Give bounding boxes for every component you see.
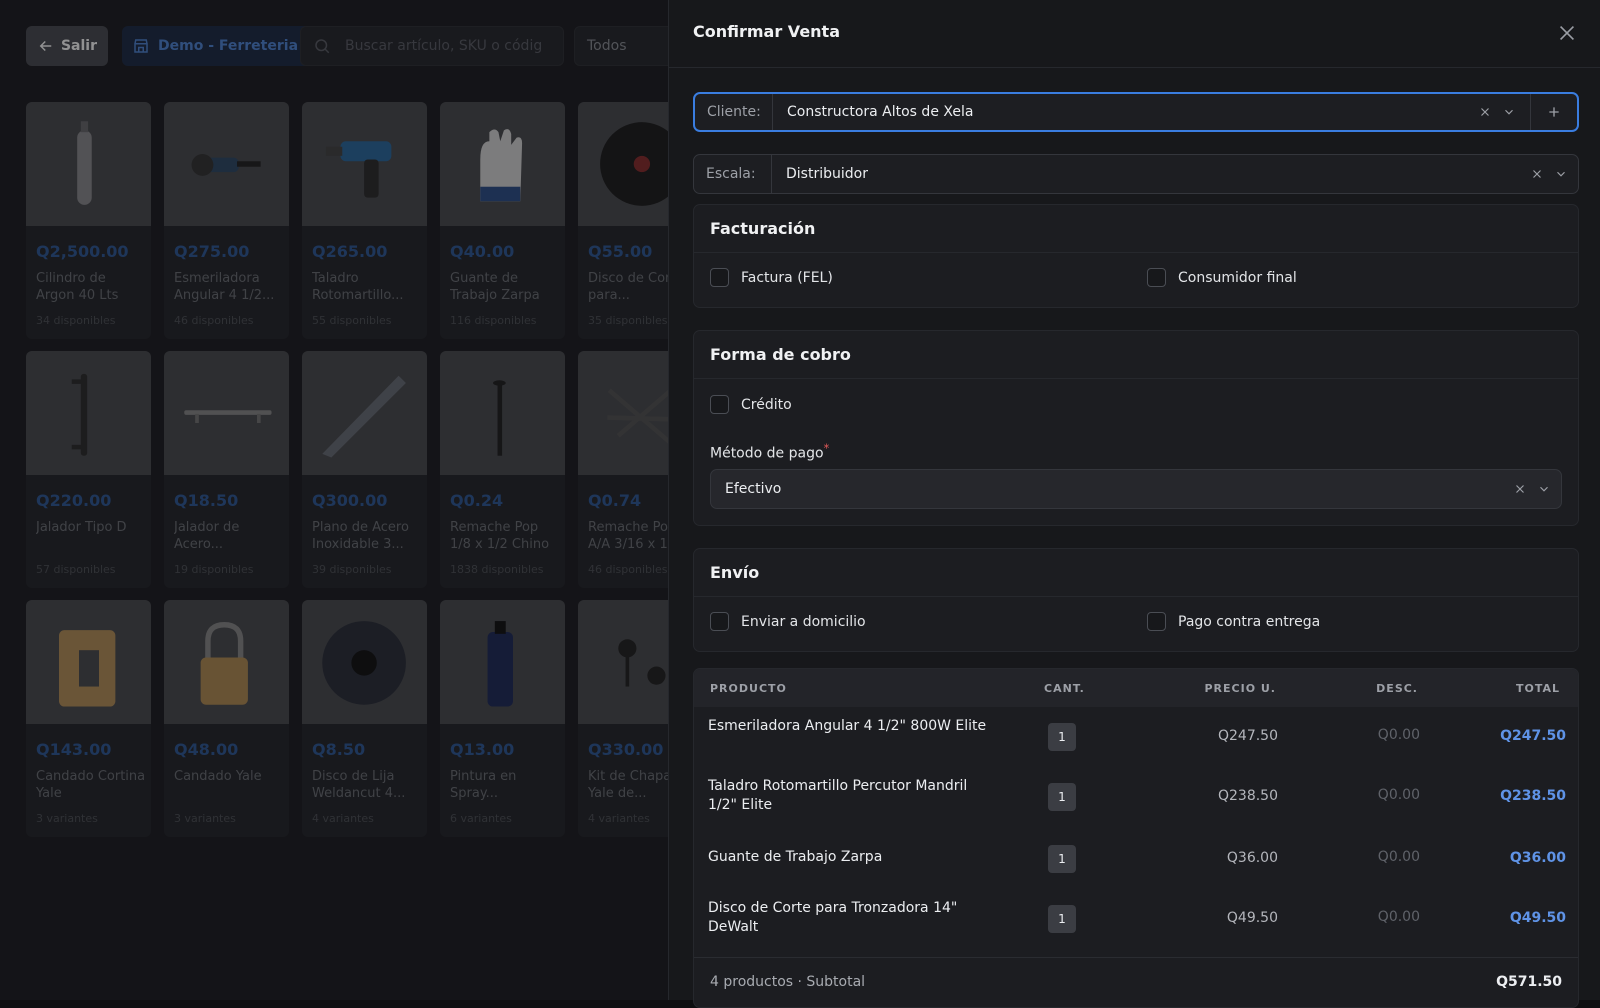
table-header: PRODUCTO CANT. PRECIO U. DESC. TOTAL: [694, 669, 1578, 707]
home-delivery-checkbox[interactable]: Enviar a domicilio: [710, 612, 866, 631]
col-total: TOTAL: [1515, 681, 1560, 695]
row-discount[interactable]: Q0.00: [1378, 787, 1420, 803]
clear-scale-icon[interactable]: [1530, 167, 1544, 181]
row-product-name: Guante de Trabajo Zarpa: [708, 849, 883, 865]
final-consumer-label: Consumidor final: [1178, 269, 1297, 286]
col-qty: CANT.: [1044, 681, 1085, 695]
modal-backdrop[interactable]: [0, 0, 668, 1000]
chevron-down-icon[interactable]: [1537, 482, 1551, 496]
payment-method-label-row: Método de pago*: [710, 441, 829, 462]
client-select[interactable]: Cliente: Constructora Altos de Xela: [693, 92, 1579, 132]
payment-method-value: Efectivo: [725, 481, 782, 497]
row-product-name: Esmeriladora Angular 4 1/2" 800W Elite: [708, 718, 987, 734]
table-row: Guante de Trabajo Zarpa 1 Q36.00 Q0.00 Q36.0…: [694, 829, 1578, 889]
credit-checkbox[interactable]: Crédito: [710, 395, 792, 414]
checkbox-box[interactable]: [710, 612, 729, 631]
row-qty-input[interactable]: 1: [1048, 905, 1076, 933]
checkbox-box[interactable]: [710, 268, 729, 287]
row-qty-input[interactable]: 1: [1048, 723, 1076, 751]
row-product-name: Disco de Corte para Tronzadora 14" DeWal…: [708, 900, 958, 935]
billing-title: Facturación: [694, 205, 1578, 253]
clear-client-icon[interactable]: [1478, 105, 1492, 119]
checkbox-box[interactable]: [1147, 612, 1166, 631]
invoice-fel-checkbox[interactable]: Factura (FEL): [710, 268, 833, 287]
confirm-sale-panel: Confirmar Venta Cliente: Constructora Al…: [668, 0, 1600, 1008]
subtotal-value: Q571.50: [1496, 973, 1562, 990]
payment-section: Forma de cobro Crédito Método de pago* E…: [693, 330, 1579, 526]
add-client-button[interactable]: [1531, 104, 1577, 120]
row-qty-input[interactable]: 1: [1048, 783, 1076, 811]
cash-on-delivery-checkbox[interactable]: Pago contra entrega: [1147, 612, 1320, 631]
payment-title: Forma de cobro: [694, 331, 1578, 379]
row-unit-price: Q238.50: [1217, 788, 1278, 804]
chevron-down-icon[interactable]: [1554, 167, 1568, 181]
shipping-title: Envío: [694, 549, 1578, 597]
table-row: Esmeriladora Angular 4 1/2" 800W Elite 1 Q…: [694, 707, 1578, 767]
required-mark: *: [823, 441, 830, 455]
row-unit-price: Q247.50: [1217, 728, 1278, 744]
scale-value: Distribuidor: [786, 166, 868, 182]
row-total: Q247.50: [1500, 728, 1566, 744]
row-unit-price: Q49.50: [1226, 910, 1278, 926]
row-discount[interactable]: Q0.00: [1378, 849, 1420, 865]
chevron-down-icon[interactable]: [1502, 105, 1516, 119]
panel-header: Confirmar Venta: [669, 0, 1600, 68]
panel-title: Confirmar Venta: [693, 22, 840, 41]
row-total: Q238.50: [1500, 788, 1566, 804]
clear-method-icon[interactable]: [1513, 482, 1527, 496]
checkbox-box[interactable]: [1147, 268, 1166, 287]
row-discount[interactable]: Q0.00: [1378, 727, 1420, 743]
payment-method-select[interactable]: Efectivo: [710, 469, 1562, 509]
cash-on-delivery-label: Pago contra entrega: [1178, 613, 1321, 630]
payment-method-label: Método de pago: [710, 445, 824, 462]
client-label: Cliente:: [695, 94, 773, 130]
invoice-fel-label: Factura (FEL): [741, 269, 833, 286]
table-footer: 4 productos · Subtotal Q571.50: [694, 957, 1578, 1005]
final-consumer-checkbox[interactable]: Consumidor final: [1147, 268, 1297, 287]
order-items-table: PRODUCTO CANT. PRECIO U. DESC. TOTAL Esm…: [693, 668, 1579, 1008]
price-scale-select[interactable]: Escala: Distribuidor: [693, 154, 1579, 194]
credit-label: Crédito: [741, 396, 792, 413]
scale-label: Escala:: [694, 155, 772, 193]
billing-section: Facturación Factura (FEL) Consumidor fin…: [693, 204, 1579, 308]
shipping-section: Envío Enviar a domicilio Pago contra ent…: [693, 548, 1579, 652]
col-discount: DESC.: [1376, 681, 1418, 695]
plus-icon: [1549, 107, 1559, 117]
row-qty-input[interactable]: 1: [1048, 845, 1076, 873]
row-total: Q49.50: [1509, 910, 1566, 926]
client-value: Constructora Altos de Xela: [787, 104, 974, 120]
checkbox-box[interactable]: [710, 395, 729, 414]
row-product-name: Taladro Rotomartillo Percutor Mandril 1/…: [708, 778, 968, 813]
table-row: Taladro Rotomartillo Percutor Mandril 1/…: [694, 767, 1578, 827]
home-delivery-label: Enviar a domicilio: [741, 613, 866, 630]
row-unit-price: Q36.00: [1226, 850, 1278, 866]
row-total: Q36.00: [1509, 850, 1566, 866]
col-product: PRODUCTO: [710, 681, 787, 695]
close-icon[interactable]: [1556, 22, 1578, 44]
table-row: Disco de Corte para Tronzadora 14" DeWal…: [694, 889, 1578, 949]
subtotal-label: 4 productos · Subtotal: [710, 973, 866, 990]
row-discount[interactable]: Q0.00: [1378, 909, 1420, 925]
col-unit-price: PRECIO U.: [1204, 681, 1276, 695]
